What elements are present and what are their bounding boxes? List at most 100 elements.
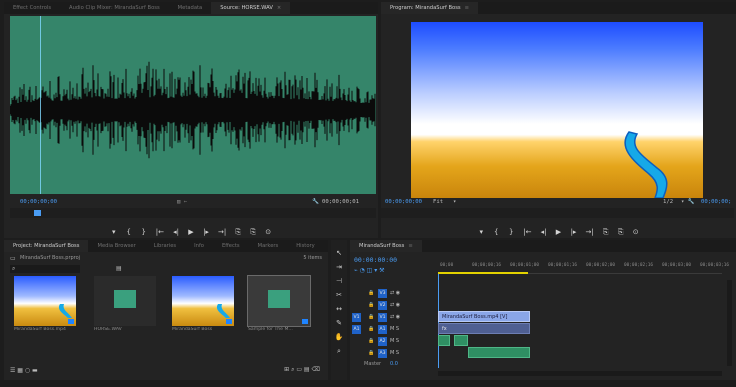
eye-icon[interactable]: ⇄ ◉ — [390, 302, 400, 308]
source-time-ruler[interactable] — [10, 208, 376, 218]
hand-tool-icon[interactable]: ✋ — [334, 332, 344, 342]
track-target-a1[interactable]: A1 — [378, 325, 387, 334]
add-marker-button[interactable]: ▾ — [478, 228, 484, 236]
track-header-a3[interactable]: 🔒 A3 M S — [350, 348, 435, 360]
close-icon[interactable]: × — [277, 5, 281, 11]
new-bin-icon[interactable]: ▤ — [116, 265, 122, 272]
lift-button[interactable]: ⎘ — [603, 228, 609, 237]
mark-out-button[interactable]: } — [141, 228, 147, 236]
razor-tool-icon[interactable]: ✂ — [334, 290, 344, 300]
overwrite-button[interactable]: ⎘ — [250, 228, 256, 237]
video-clip-v1[interactable]: fx — [438, 323, 530, 334]
wrench-icon[interactable]: 🔧 — [312, 199, 319, 205]
mark-in-button[interactable]: { — [126, 228, 132, 236]
timeline-timecode[interactable]: 00:00:00:00 — [354, 256, 397, 264]
play-button[interactable]: ▶ — [556, 228, 562, 236]
mute-solo-icon[interactable]: M S — [390, 350, 399, 356]
program-time-ruler[interactable] — [381, 208, 734, 218]
work-area-bar[interactable] — [438, 272, 528, 274]
search-input[interactable]: ⌕ — [10, 265, 80, 273]
tab-source[interactable]: Source: HORSE.WAV × — [211, 2, 291, 14]
tab-audio-clip-mixer[interactable]: Audio Clip Mixer: MirandaSurf Boss — [60, 2, 169, 14]
timeline-horizontal-scrollbar[interactable] — [438, 371, 722, 376]
list-view-icon[interactable]: ☰ ▦ ○ ▬ — [10, 367, 38, 374]
program-video-frame[interactable] — [411, 22, 703, 198]
audio-clip-a2[interactable] — [468, 347, 530, 358]
video-clip[interactable]: MirandaSurf Boss.mp4 [V] — [438, 311, 530, 322]
timeline-vertical-scrollbar[interactable] — [727, 280, 732, 366]
panel-menu-icon[interactable]: ≡ — [408, 243, 412, 249]
pen-tool-icon[interactable]: ✎ — [334, 318, 344, 328]
source-timecode[interactable]: 00;00;00;00 — [20, 199, 57, 205]
track-target-v2[interactable]: V2 — [378, 301, 387, 310]
tab-sequence[interactable]: MirandaSurf Boss ≡ — [350, 240, 422, 252]
tab-media-browser[interactable]: Media Browser — [88, 240, 144, 252]
new-item-icon[interactable]: ⊞ ⌕ ▭ ▤ ⌫ — [284, 366, 320, 374]
slip-tool-icon[interactable]: ↔ — [334, 304, 344, 314]
step-back-button[interactable]: ◂| — [173, 228, 179, 236]
panel-menu-icon[interactable]: ≡ — [465, 5, 469, 11]
project-thumb-sequence[interactable] — [172, 276, 234, 326]
track-header-a1[interactable]: A1 🔒 A1 M S — [350, 324, 435, 336]
tab-libraries[interactable]: Libraries — [145, 240, 185, 252]
lock-icon[interactable]: 🔒 — [368, 290, 374, 296]
zoom-tool-icon[interactable]: ⌕ — [334, 346, 344, 356]
tab-history[interactable]: History — [287, 240, 323, 252]
mute-solo-icon[interactable]: M S — [390, 338, 399, 344]
eye-icon[interactable]: ⇄ ◉ — [390, 314, 400, 320]
fit-dropdown[interactable]: Fit — [433, 199, 443, 205]
source-playhead-marker[interactable] — [34, 210, 41, 216]
tab-effects[interactable]: Effects — [213, 240, 249, 252]
ripple-edit-tool-icon[interactable]: ⊣ — [334, 276, 344, 286]
resolution-dropdown[interactable]: 1/2 — [663, 199, 673, 205]
tab-metadata[interactable]: Metadata — [169, 2, 212, 14]
track-target-v1[interactable]: V1 — [378, 313, 387, 322]
tab-project[interactable]: Project: MirandaSurf Boss — [4, 240, 89, 252]
track-target-a2[interactable]: A2 — [378, 337, 387, 346]
track-target-v3[interactable]: V3 — [378, 289, 387, 298]
play-button[interactable]: ▶ — [188, 228, 194, 236]
tab-info[interactable]: Info — [185, 240, 213, 252]
lock-icon[interactable]: 🔒 — [368, 338, 374, 344]
audio-clip-a1-1[interactable] — [438, 335, 450, 346]
eye-icon[interactable]: ⇄ ◉ — [390, 290, 400, 296]
tab-markers[interactable]: Markers — [249, 240, 288, 252]
go-to-out-button[interactable]: →| — [218, 228, 226, 236]
master-volume[interactable]: 0.0 — [390, 361, 398, 367]
extract-button[interactable]: ⎘ — [618, 228, 624, 237]
tab-effect-controls[interactable]: Effect Controls — [4, 2, 60, 14]
track-target-a3[interactable]: A3 — [378, 349, 387, 358]
mute-solo-icon[interactable]: M S — [390, 326, 399, 332]
chevron-down-icon[interactable]: ▾ — [453, 199, 456, 205]
wrench-icon[interactable]: ▾ 🔧 — [681, 199, 695, 205]
project-thumb-audio-selected[interactable] — [247, 275, 311, 327]
lock-icon[interactable]: 🔒 — [368, 314, 374, 320]
lock-icon[interactable]: 🔒 — [368, 302, 374, 308]
track-header-a2[interactable]: 🔒 A2 M S — [350, 336, 435, 348]
audio-clip-a1-2[interactable] — [454, 335, 468, 346]
lock-icon[interactable]: 🔒 — [368, 326, 374, 332]
program-timecode[interactable]: 00;00;00;00 — [385, 199, 422, 205]
track-select-tool-icon[interactable]: ⇥ — [334, 262, 344, 272]
source-playhead[interactable] — [40, 16, 41, 194]
go-to-in-button[interactable]: |← — [523, 228, 531, 236]
track-header-v2[interactable]: 🔒 V2 ⇄ ◉ — [350, 300, 435, 312]
track-header-v3[interactable]: 🔒 V3 ⇄ ◉ — [350, 288, 435, 300]
track-header-v1[interactable]: V1 🔒 V1 ⇄ ◉ — [350, 312, 435, 324]
tab-program[interactable]: Program: MirandaSurf Boss ≡ — [381, 2, 478, 14]
timeline-ruler[interactable]: 00;00 00;00;00;16 00;00;01;00 00;00;01;1… — [438, 260, 729, 274]
source-patch-v1[interactable]: V1 — [352, 313, 361, 322]
source-patch-a1[interactable]: A1 — [352, 325, 361, 334]
step-forward-button[interactable]: |▸ — [203, 228, 209, 236]
export-frame-button[interactable]: ⊙ — [633, 228, 639, 236]
lock-icon[interactable]: 🔒 — [368, 350, 374, 356]
insert-button[interactable]: ⎘ — [235, 228, 241, 237]
export-frame-button[interactable]: ⊙ — [265, 228, 271, 236]
go-to-in-button[interactable]: |← — [156, 228, 164, 236]
selection-tool-icon[interactable]: ↖ — [334, 248, 344, 258]
drag-audio-icon[interactable]: ▥ ⇐ — [177, 199, 187, 205]
audio-waveform[interactable] — [10, 16, 376, 194]
project-thumb-audio[interactable] — [94, 276, 156, 326]
add-marker-button[interactable]: ▾ — [111, 228, 117, 236]
mark-out-button[interactable]: } — [508, 228, 514, 236]
